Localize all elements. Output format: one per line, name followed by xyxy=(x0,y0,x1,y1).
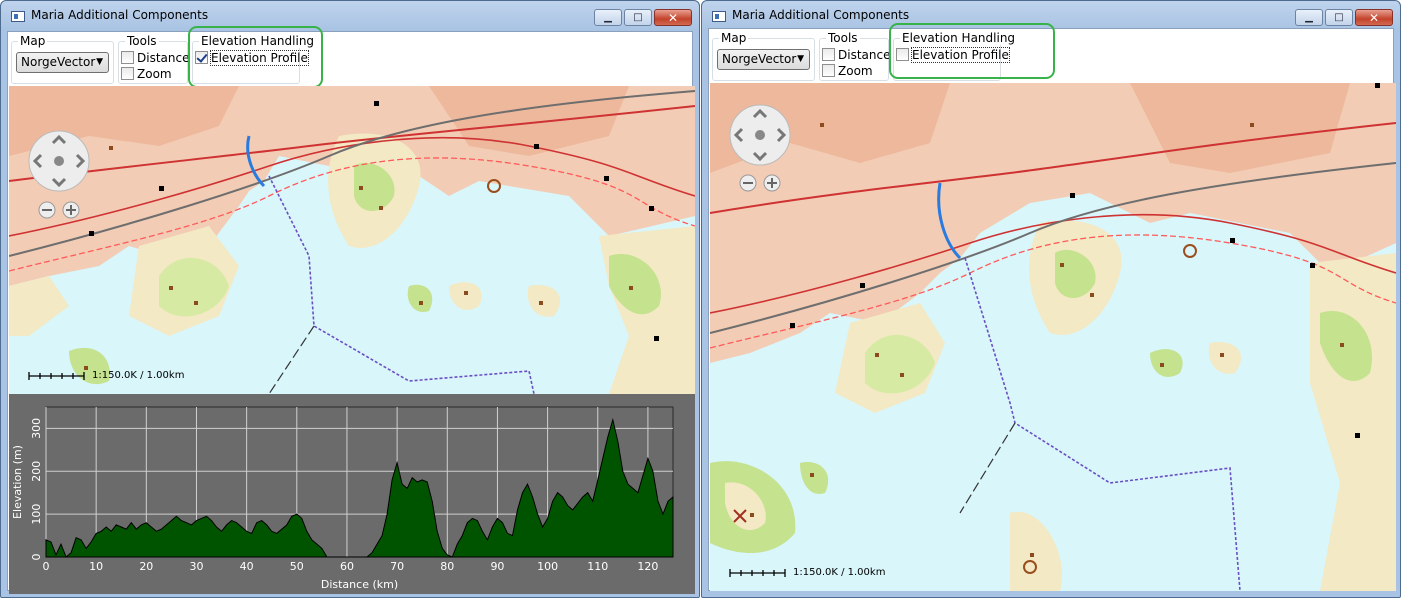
left-window: Maria Additional Components ▁ □ ✕ Map No… xyxy=(0,0,700,598)
highlight-annotation xyxy=(188,26,323,88)
x-axis-label: Distance (km) xyxy=(321,578,398,591)
distance-label: Distance xyxy=(137,51,190,65)
x-tick-label: 60 xyxy=(340,560,354,573)
tools-group: Tools Distance Zoom xyxy=(819,31,890,81)
maximize-icon: □ xyxy=(633,11,643,23)
x-tick-label: 50 xyxy=(290,560,304,573)
elevation-profile-chart[interactable]: 0 10 20 30 40 50 60 70 80 90 100 110 120 0 100 200 300 Di… xyxy=(9,394,695,594)
x-tick-label: 120 xyxy=(637,560,658,573)
map-group: Map NorgeVector ▼ xyxy=(712,31,815,81)
scale-text: 1:150.0K / 1.00km xyxy=(793,567,886,578)
left-client-area: Map NorgeVector ▼ Tools Distance Zoom El… xyxy=(7,26,695,594)
zoom-in-icon[interactable] xyxy=(62,201,80,219)
close-icon: ✕ xyxy=(1368,10,1380,25)
map-group-label: Map xyxy=(18,34,48,48)
zoom-checkbox[interactable] xyxy=(822,64,835,77)
zoom-checkbox[interactable] xyxy=(121,67,134,80)
maximize-icon: □ xyxy=(1334,11,1344,23)
minimize-button[interactable]: ▁ xyxy=(594,9,622,26)
y-axis-label: Elevation (m) xyxy=(11,445,24,519)
x-tick-label: 0 xyxy=(43,560,50,573)
scale-bar xyxy=(729,569,786,577)
pan-control-icon[interactable] xyxy=(729,104,791,166)
zoom-out-icon[interactable] xyxy=(739,174,757,192)
x-tick-label: 80 xyxy=(440,560,454,573)
distance-checkbox-row[interactable]: Distance xyxy=(121,51,189,65)
left-title-bar[interactable]: Maria Additional Components ▁ □ ✕ xyxy=(1,1,699,31)
distance-checkbox[interactable] xyxy=(822,48,835,61)
zoom-checkbox-row[interactable]: Zoom xyxy=(121,67,172,81)
y-tick-label: 300 xyxy=(30,418,43,439)
maximize-button[interactable]: □ xyxy=(1325,9,1353,26)
minimize-icon: ▁ xyxy=(1305,11,1313,23)
y-tick-label: 200 xyxy=(30,461,43,482)
map-view[interactable]: 1:150.0K / 1.00km xyxy=(710,83,1396,591)
x-tick-label: 70 xyxy=(390,560,404,573)
map-group: Map NorgeVector ▼ xyxy=(11,34,114,84)
chevron-down-icon: ▼ xyxy=(797,54,804,64)
chart-svg: 0 10 20 30 40 50 60 70 80 90 100 110 120 0 100 200 300 Di… xyxy=(11,406,674,591)
maximize-button[interactable]: □ xyxy=(624,9,652,26)
close-button[interactable]: ✕ xyxy=(654,9,692,26)
distance-label: Distance xyxy=(838,48,891,62)
distance-checkbox[interactable] xyxy=(121,51,134,64)
app-window-icon xyxy=(712,11,726,22)
scale-text: 1:150.0K / 1.00km xyxy=(92,370,185,381)
highlight-annotation xyxy=(889,23,1055,79)
distance-checkbox-row[interactable]: Distance xyxy=(822,48,890,62)
right-client-area: Map NorgeVector ▼ Tools Distance Zoom El… xyxy=(708,23,1396,591)
zoom-checkbox-row[interactable]: Zoom xyxy=(822,64,873,78)
map-view[interactable]: 1:150.0K / 1.00km xyxy=(9,86,695,394)
minimize-icon: ▁ xyxy=(604,11,612,23)
x-tick-label: 20 xyxy=(139,560,153,573)
map-select-value: NorgeVector xyxy=(21,55,96,69)
chevron-down-icon: ▼ xyxy=(96,57,103,67)
window-title: Maria Additional Components xyxy=(732,8,910,22)
tools-group: Tools Distance Zoom xyxy=(118,34,189,84)
window-title: Maria Additional Components xyxy=(31,8,209,22)
close-icon: ✕ xyxy=(667,10,679,25)
x-tick-label: 90 xyxy=(490,560,504,573)
map-select[interactable]: NorgeVector ▼ xyxy=(16,52,109,73)
x-tick-label: 40 xyxy=(240,560,254,573)
tools-group-label: Tools xyxy=(125,34,159,48)
toolbar: Map NorgeVector ▼ Tools Distance Zoom El… xyxy=(8,26,692,88)
y-tick-label: 100 xyxy=(30,504,43,525)
minimize-button[interactable]: ▁ xyxy=(1295,9,1323,26)
tools-group-label: Tools xyxy=(826,31,860,45)
x-tick-label: 30 xyxy=(189,560,203,573)
right-window: Maria Additional Components ▁ □ ✕ Map No… xyxy=(701,0,1401,598)
x-tick-label: 110 xyxy=(587,560,608,573)
y-tick-label: 0 xyxy=(30,554,43,561)
zoom-label: Zoom xyxy=(137,67,172,81)
zoom-label: Zoom xyxy=(838,64,873,78)
x-tick-label: 100 xyxy=(537,560,558,573)
map-select[interactable]: NorgeVector ▼ xyxy=(717,49,810,70)
zoom-out-icon[interactable] xyxy=(38,201,56,219)
toolbar: Map NorgeVector ▼ Tools Distance Zoom El… xyxy=(709,23,1393,83)
x-tick-label: 10 xyxy=(89,560,103,573)
pan-control-icon[interactable] xyxy=(28,130,90,192)
zoom-in-icon[interactable] xyxy=(763,174,781,192)
app-window-icon xyxy=(11,11,25,22)
close-button[interactable]: ✕ xyxy=(1355,9,1393,26)
map-select-value: NorgeVector xyxy=(722,52,797,66)
map-group-label: Map xyxy=(719,31,749,45)
